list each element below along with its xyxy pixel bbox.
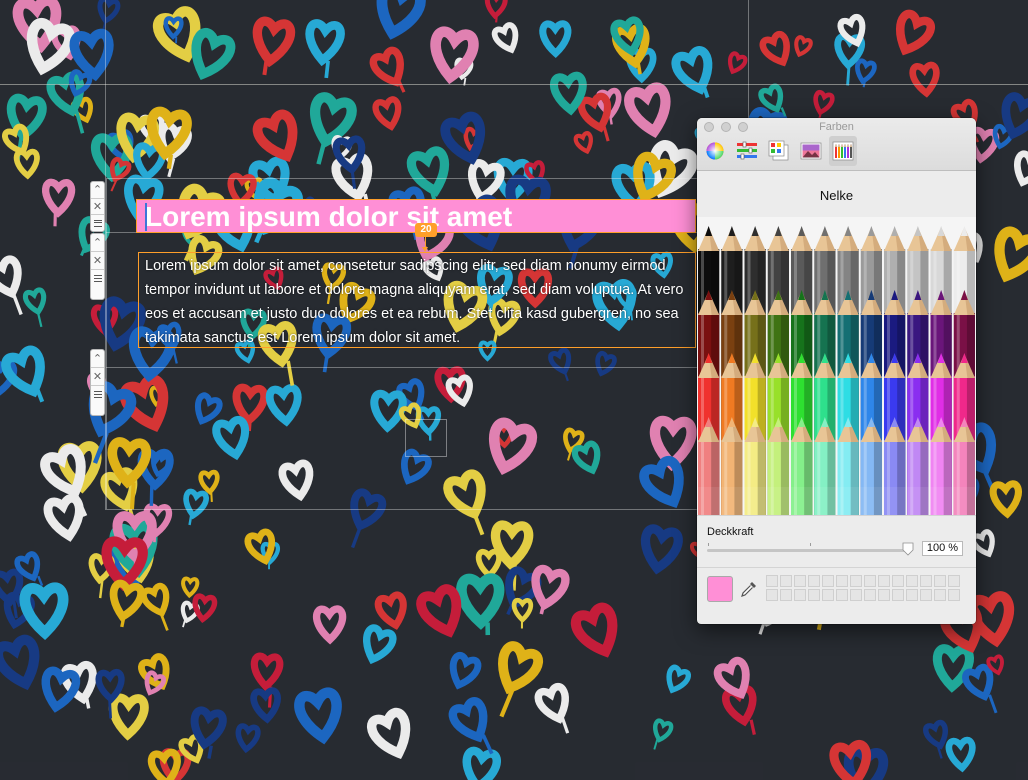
empty-swatch-slot[interactable]	[934, 589, 946, 601]
heading-text[interactable]: Lorem ipsum dolor sit amet	[145, 200, 512, 234]
slider-tick	[708, 543, 709, 546]
empty-swatch-slot[interactable]	[934, 575, 946, 587]
empty-swatch-slot[interactable]	[864, 575, 876, 587]
panel-title: Farben	[819, 121, 854, 133]
remove-block-icon[interactable]: ✕	[91, 197, 104, 215]
text-block-handle[interactable]: ⌃ ✕	[90, 233, 105, 300]
empty-swatch-slot[interactable]	[794, 589, 806, 601]
empty-swatch-slot[interactable]	[892, 575, 904, 587]
drag-up-icon[interactable]: ⌃	[91, 234, 104, 251]
opacity-label: Deckkraft	[707, 526, 754, 538]
empty-swatch-slot[interactable]	[864, 589, 876, 601]
empty-swatch-slot[interactable]	[878, 589, 890, 601]
color-wheel-icon	[706, 142, 724, 160]
drag-handle-icon[interactable]	[91, 385, 104, 403]
text-block[interactable]: Lorem ipsum dolor sit amet, consetetur s…	[138, 252, 696, 348]
eyedropper-icon[interactable]	[740, 580, 758, 598]
opacity-slider[interactable]	[707, 549, 912, 552]
empty-swatch-slot[interactable]	[808, 589, 820, 601]
drag-handle-icon[interactable]	[91, 269, 104, 287]
pencils-tab[interactable]	[829, 136, 857, 166]
empty-swatch-slot[interactable]	[948, 575, 960, 587]
saved-swatches-grid[interactable]	[766, 575, 960, 601]
empty-swatch-slot[interactable]	[948, 589, 960, 601]
image-placeholder-icon	[405, 419, 447, 457]
empty-swatch-slot[interactable]	[892, 589, 904, 601]
empty-swatch-slot[interactable]	[822, 575, 834, 587]
drag-up-icon[interactable]: ⌃	[91, 350, 104, 367]
empty-swatch-slot[interactable]	[906, 589, 918, 601]
image-palettes-tab[interactable]	[797, 136, 825, 166]
empty-swatch-slot[interactable]	[850, 575, 862, 587]
remove-block-icon[interactable]: ✕	[91, 367, 104, 385]
row-separator-2	[106, 367, 700, 368]
empty-swatch-slot[interactable]	[836, 589, 848, 601]
color-sliders-icon	[737, 141, 757, 160]
empty-swatch-slot[interactable]	[920, 589, 932, 601]
panel-separator	[697, 515, 976, 516]
panel-titlebar[interactable]: Farben	[697, 118, 976, 171]
current-color-swatch[interactable]	[707, 576, 733, 602]
empty-swatch-slot[interactable]	[766, 575, 778, 587]
empty-swatch-slot[interactable]	[780, 589, 792, 601]
spacing-arrow	[422, 237, 428, 252]
drag-handle-icon[interactable]	[91, 214, 104, 231]
heading-block-handle[interactable]: ⌃ ✕	[90, 181, 105, 232]
opacity-slider-thumb[interactable]	[902, 542, 914, 556]
empty-swatch-slot[interactable]	[808, 575, 820, 587]
panel-separator	[697, 567, 976, 568]
crayon-picker[interactable]	[697, 217, 976, 515]
drag-up-icon[interactable]: ⌃	[91, 182, 104, 198]
empty-swatch-slot[interactable]	[850, 589, 862, 601]
empty-swatch-slot[interactable]	[780, 575, 792, 587]
text-cursor	[145, 203, 147, 231]
spacing-badge[interactable]: 20	[415, 223, 437, 237]
color-wheel-tab[interactable]	[701, 136, 729, 166]
empty-swatch-slot[interactable]	[822, 589, 834, 601]
empty-swatch-slot[interactable]	[906, 575, 918, 587]
selected-color-name: Nelke	[819, 188, 854, 203]
empty-swatch-slot[interactable]	[920, 575, 932, 587]
image-palettes-icon	[800, 142, 822, 160]
empty-swatch-slot[interactable]	[878, 575, 890, 587]
pencils-icon	[832, 141, 854, 161]
opacity-value-field[interactable]: 100 %	[922, 541, 963, 556]
empty-swatch-slot[interactable]	[794, 575, 806, 587]
color-sliders-tab[interactable]	[733, 136, 761, 166]
slider-tick	[810, 543, 811, 546]
empty-swatch-slot[interactable]	[836, 575, 848, 587]
color-palettes-icon	[768, 140, 789, 161]
vertical-guide-right	[748, 0, 749, 118]
top-guide-line	[0, 84, 1028, 85]
color-palettes-tab[interactable]	[765, 136, 793, 166]
empty-swatch-slot[interactable]	[766, 589, 778, 601]
remove-block-icon[interactable]: ✕	[91, 251, 104, 269]
empty-block-handle[interactable]: ⌃ ✕	[90, 349, 105, 416]
colors-panel[interactable]: Farben Nelke Deckkraft 100 %	[697, 118, 976, 624]
body-text[interactable]: Lorem ipsum dolor sit amet, consetetur s…	[145, 254, 695, 350]
